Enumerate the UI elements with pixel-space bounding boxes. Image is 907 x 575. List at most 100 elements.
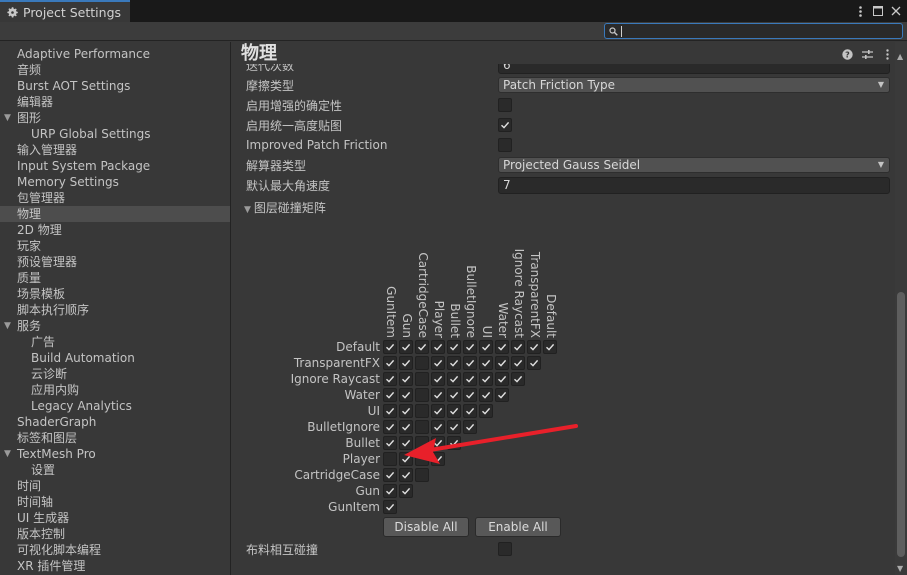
collision-toggle[interactable] — [383, 484, 397, 498]
collision-toggle[interactable] — [415, 452, 429, 466]
collision-toggle[interactable] — [527, 356, 541, 370]
sidebar-item[interactable]: 应用内购 — [0, 382, 230, 398]
expand-triangle-icon[interactable]: ▼ — [4, 110, 11, 126]
sidebar-item[interactable]: 预设管理器 — [0, 254, 230, 270]
sidebar-item[interactable]: 标签和图层 — [0, 430, 230, 446]
collision-toggle[interactable] — [383, 372, 397, 386]
collision-toggle[interactable] — [463, 404, 477, 418]
sidebar-item[interactable]: 物理 — [0, 206, 230, 222]
collision-toggle[interactable] — [383, 388, 397, 402]
close-icon[interactable] — [891, 3, 901, 19]
more-options-icon[interactable] — [882, 48, 893, 60]
help-icon[interactable]: ? — [842, 48, 853, 60]
collision-toggle[interactable] — [399, 356, 413, 370]
collision-toggle[interactable] — [463, 372, 477, 386]
sidebar-item[interactable]: ShaderGraph — [0, 414, 230, 430]
sidebar-item[interactable]: ▼ 图形 — [0, 110, 230, 126]
collision-toggle[interactable] — [511, 340, 525, 354]
sidebar-item[interactable]: ▼ 服务 — [0, 318, 230, 334]
collision-toggle[interactable] — [431, 436, 445, 450]
collision-toggle[interactable] — [383, 356, 397, 370]
collision-toggle[interactable] — [399, 372, 413, 386]
sidebar-item[interactable]: Legacy Analytics — [0, 398, 230, 414]
sidebar-item[interactable]: 脚本执行顺序 — [0, 302, 230, 318]
collision-toggle[interactable] — [399, 468, 413, 482]
collision-toggle[interactable] — [415, 372, 429, 386]
collision-toggle[interactable] — [415, 356, 429, 370]
collision-toggle[interactable] — [431, 420, 445, 434]
collision-toggle[interactable] — [463, 420, 477, 434]
preset-sliders-icon[interactable] — [862, 48, 873, 60]
property-checkbox[interactable] — [498, 118, 512, 132]
tab-project-settings[interactable]: Project Settings — [0, 0, 130, 22]
search-input[interactable] — [604, 23, 903, 39]
collision-toggle[interactable] — [399, 436, 413, 450]
collision-matrix-foldout[interactable]: ▼ 图层碰撞矩阵 — [244, 199, 326, 216]
vertical-scrollbar[interactable]: ▲ ▼ — [895, 42, 907, 575]
collision-toggle[interactable] — [479, 356, 493, 370]
sidebar-item[interactable]: 场景模板 — [0, 286, 230, 302]
property-checkbox[interactable] — [498, 98, 512, 112]
collision-toggle[interactable] — [527, 340, 541, 354]
collision-toggle[interactable] — [447, 420, 461, 434]
sidebar-item[interactable]: ▼ TextMesh Pro — [0, 446, 230, 462]
collision-toggle[interactable] — [383, 404, 397, 418]
property-text-field[interactable]: 7 — [498, 177, 890, 194]
expand-triangle-icon[interactable]: ▼ — [4, 318, 11, 334]
collision-toggle[interactable] — [383, 340, 397, 354]
collision-toggle[interactable] — [415, 436, 429, 450]
scroll-up-arrow-icon[interactable]: ▲ — [897, 52, 903, 61]
collision-toggle[interactable] — [511, 372, 525, 386]
collision-toggle[interactable] — [495, 388, 509, 402]
sidebar-item[interactable]: Burst AOT Settings — [0, 78, 230, 94]
scrollbar-thumb[interactable] — [897, 292, 905, 557]
sidebar-item[interactable]: 2D 物理 — [0, 222, 230, 238]
collision-toggle[interactable] — [447, 372, 461, 386]
collision-toggle[interactable] — [415, 340, 429, 354]
expand-triangle-icon[interactable]: ▼ — [4, 446, 11, 462]
collision-toggle[interactable] — [399, 388, 413, 402]
cloth-collision-checkbox[interactable] — [498, 542, 512, 556]
sidebar-item[interactable]: XR 插件管理 — [0, 558, 230, 574]
sidebar-item[interactable]: 广告 — [0, 334, 230, 350]
collision-toggle[interactable] — [463, 356, 477, 370]
collision-toggle[interactable] — [399, 452, 413, 466]
collision-toggle[interactable] — [431, 356, 445, 370]
collision-toggle[interactable] — [447, 436, 461, 450]
collision-toggle[interactable] — [399, 404, 413, 418]
sidebar-item[interactable]: 包管理器 — [0, 190, 230, 206]
property-dropdown[interactable]: Patch Friction Type ▼ — [498, 77, 890, 93]
sidebar-item[interactable]: 编辑器 — [0, 94, 230, 110]
collision-toggle[interactable] — [383, 436, 397, 450]
collision-toggle[interactable] — [431, 372, 445, 386]
collision-toggle[interactable] — [431, 452, 445, 466]
collision-toggle[interactable] — [415, 404, 429, 418]
sidebar-item[interactable]: UI 生成器 — [0, 510, 230, 526]
collision-toggle[interactable] — [463, 340, 477, 354]
property-dropdown[interactable]: Projected Gauss Seidel ▼ — [498, 157, 890, 173]
sidebar-item[interactable]: 音频 — [0, 62, 230, 78]
disable-all-button[interactable]: Disable All — [383, 517, 469, 537]
collision-toggle[interactable] — [479, 340, 493, 354]
sidebar-item[interactable]: 玩家 — [0, 238, 230, 254]
collision-toggle[interactable] — [463, 388, 477, 402]
sidebar-item[interactable]: 输入管理器 — [0, 142, 230, 158]
collision-toggle[interactable] — [495, 372, 509, 386]
sidebar-item[interactable]: 时间 — [0, 478, 230, 494]
collision-toggle[interactable] — [399, 340, 413, 354]
collision-toggle[interactable] — [479, 404, 493, 418]
sidebar-item[interactable]: 可视化脚本编程 — [0, 542, 230, 558]
collision-toggle[interactable] — [383, 500, 397, 514]
collision-toggle[interactable] — [447, 388, 461, 402]
collision-toggle[interactable] — [431, 388, 445, 402]
sidebar-item[interactable]: Input System Package — [0, 158, 230, 174]
collision-toggle[interactable] — [495, 356, 509, 370]
collision-toggle[interactable] — [399, 484, 413, 498]
collision-toggle[interactable] — [479, 372, 493, 386]
sidebar-item[interactable]: 设置 — [0, 462, 230, 478]
maximize-icon[interactable] — [873, 3, 883, 19]
sidebar-item[interactable]: 时间轴 — [0, 494, 230, 510]
collision-toggle[interactable] — [479, 388, 493, 402]
scroll-down-arrow-icon[interactable]: ▼ — [897, 564, 903, 573]
collision-toggle[interactable] — [383, 420, 397, 434]
